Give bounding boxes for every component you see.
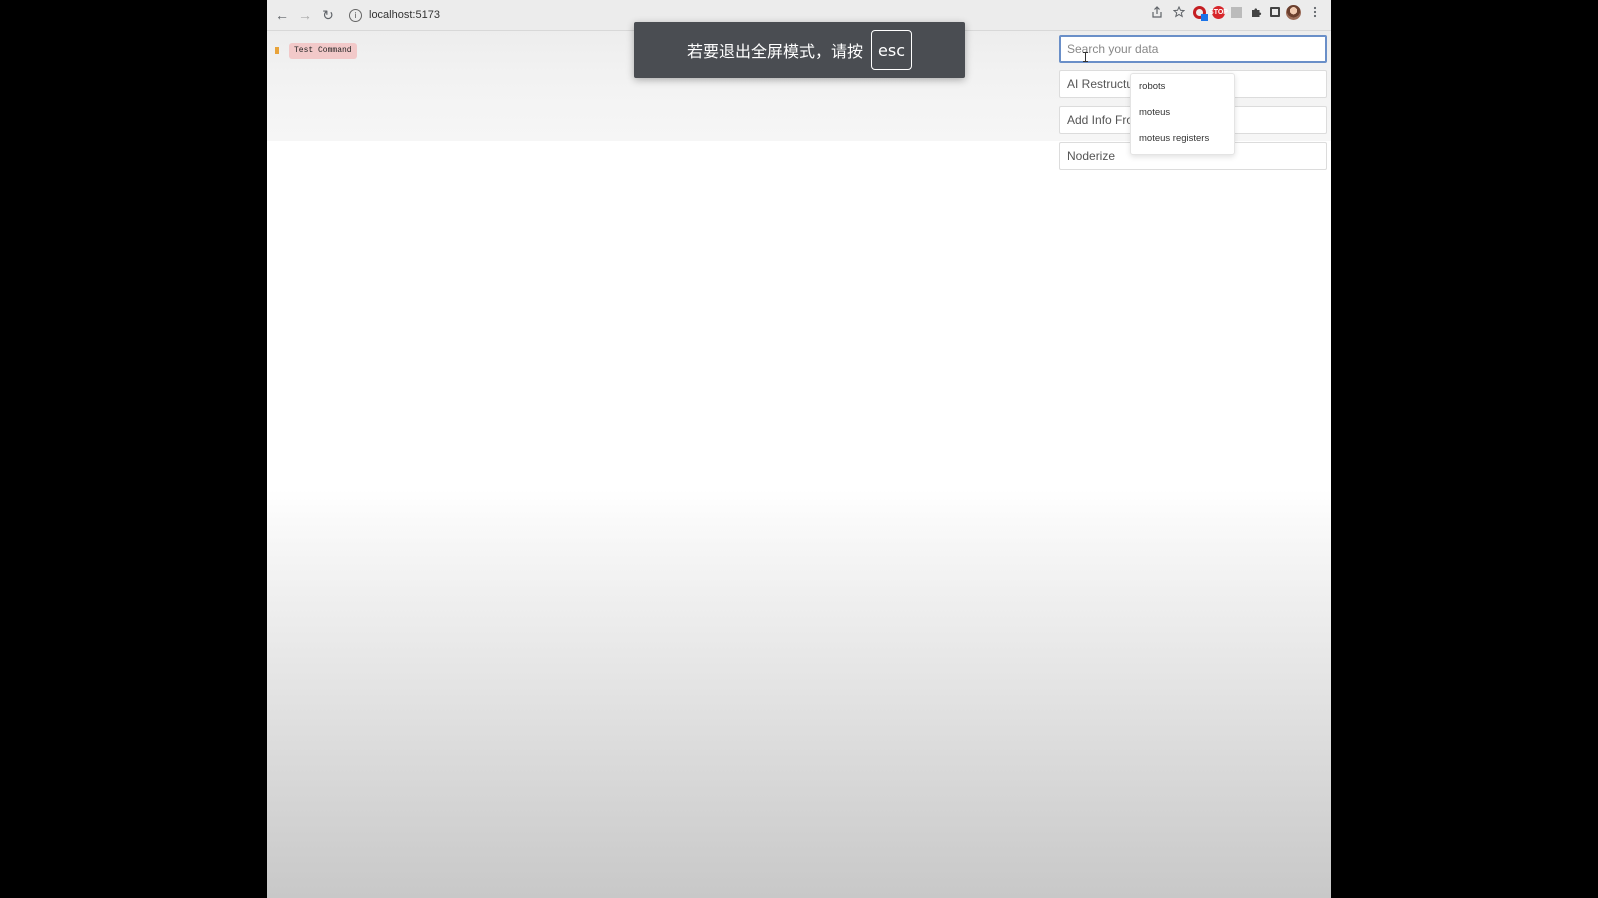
avatar[interactable] (1286, 4, 1301, 20)
reload-icon[interactable]: ↻ (317, 4, 339, 26)
stop-extension-icon[interactable]: STOP (1209, 5, 1228, 19)
suggestion-item[interactable]: robots (1131, 74, 1234, 100)
info-icon[interactable]: i (349, 8, 362, 22)
command-panel: AI Restructure Add Info From Noderize (1059, 35, 1327, 170)
toolbar-right-icons: STOP (1149, 4, 1323, 21)
search-input[interactable] (1059, 35, 1327, 63)
puzzle-icon[interactable] (1248, 4, 1264, 20)
address-bar[interactable]: i localhost:5173 (349, 4, 440, 26)
url-text: localhost:5173 (369, 9, 440, 21)
extension-gray-icon[interactable] (1231, 6, 1242, 18)
fullscreen-notice-text: 若要退出全屏模式，请按 (687, 42, 864, 61)
fullscreen-exit-notice: 若要退出全屏模式，请按 esc (634, 22, 965, 78)
suggestion-item[interactable]: moteus (1131, 100, 1234, 126)
suggestion-item[interactable]: moteus registers (1131, 126, 1234, 152)
browser-window: ← → ↻ i localhost:5173 STOP Test Command… (267, 0, 1331, 898)
test-command-button[interactable]: Test Command (289, 43, 357, 59)
extension-o-icon[interactable] (1193, 5, 1208, 21)
back-icon[interactable]: ← (271, 4, 293, 26)
status-marker (275, 47, 279, 54)
nav-buttons: ← → ↻ (271, 4, 339, 26)
bookmark-star-icon[interactable] (1171, 4, 1187, 20)
menu-dots-icon[interactable] (1307, 4, 1323, 20)
search-suggestions: robots moteus moteus registers (1130, 73, 1235, 155)
share-icon[interactable] (1149, 4, 1165, 20)
side-panel-icon[interactable] (1270, 7, 1280, 17)
text-cursor-icon (1083, 52, 1088, 62)
esc-key: esc (871, 30, 912, 70)
forward-icon[interactable]: → (294, 4, 316, 26)
